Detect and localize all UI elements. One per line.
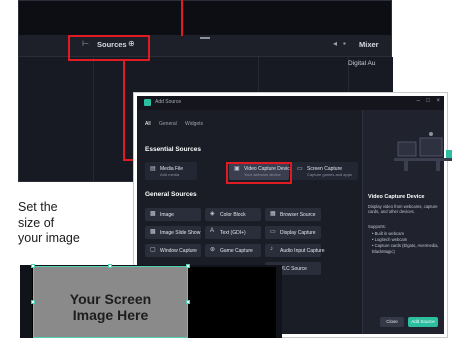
general-sources-heading: General Sources [145,191,197,198]
source-label: Display Capture [280,229,316,236]
slides-icon: ▩ [150,229,156,235]
text-icon: A [210,228,215,234]
source-label: Text (GDI+) [220,229,246,236]
folder-icon[interactable]: ▪ [343,39,346,48]
close-button[interactable]: Close [380,317,404,327]
source-label: Image Slide Show [160,229,201,236]
source-image[interactable]: ▩ Image [145,208,201,221]
instruction-line: your image [18,231,80,246]
tab-all[interactable]: All [145,121,151,127]
source-image-slide-show[interactable]: ▩ Image Slide Show [145,226,201,239]
source-browser[interactable]: ▦ Browser Source [265,208,321,221]
placeholder-line: Image Here [72,307,149,324]
resize-handle[interactable] [108,264,112,268]
file-icon: ▤ [150,166,156,172]
minimize-icon[interactable]: – [417,98,420,104]
placeholder-text: Your Screen Image Here [34,291,187,323]
source-label: Window Capture [160,247,197,254]
tab-widgets[interactable]: Widgets [185,121,203,127]
globe-icon: ▦ [270,211,276,217]
source-detail-panel: Video Capture Device Display video from … [362,110,452,334]
image-placeholder[interactable]: Your Screen Image Here [33,266,188,338]
instruction-text: Set the size of your image [18,200,80,247]
window-icon: ▢ [150,247,156,253]
scenes-column [19,57,94,181]
source-color-block[interactable]: ◈ Color Block [205,208,261,221]
mixer-dock-title: Mixer [359,40,379,49]
preview-strip [19,1,391,35]
source-window-capture[interactable]: ▢ Window Capture [145,244,201,257]
highlight-line-vertical [123,59,125,160]
resize-handle[interactable] [31,264,35,268]
tab-general[interactable]: General [159,121,177,127]
source-game-capture[interactable]: ⊛ Game Capture [205,244,261,257]
source-display-capture[interactable]: ▭ Display Capture [265,226,321,239]
list-item: Capture cards (Elgato, Avermedia, BlackM… [372,243,450,255]
placeholder-line: Your Screen [69,291,152,307]
source-label: VLC Source [280,265,307,272]
speaker-icon[interactable]: ◂ [333,39,337,48]
add-source-button[interactable]: Add Source [408,317,438,327]
instruction-line: size of [18,215,55,230]
video-capture-highlight-box [226,162,292,184]
sources-highlight-box [68,35,150,61]
detail-description: Display video from webcams, capture card… [368,204,438,215]
instruction-line: Set the [18,200,58,214]
source-audio-input[interactable]: ♪ Audio Input Capture [265,244,325,257]
source-label: Image [160,211,174,218]
desk-setup-illustration [394,132,452,171]
source-media-file[interactable]: ▤ Media File Add media [145,162,197,180]
resize-handle[interactable] [186,264,190,268]
source-text[interactable]: A Text (GDI+) [205,226,261,239]
source-label: Color Block [220,211,246,218]
source-label: Browser Source [280,211,316,218]
monitor-icon: ▭ [297,166,303,172]
mic-icon: ♪ [270,246,273,252]
color-icon: ◈ [210,211,215,217]
maximize-icon[interactable]: □ [426,98,430,104]
minimize-icon[interactable] [200,37,210,39]
detail-support-list: Built in webcam Logitech webcam Capture … [372,231,450,255]
detail-title: Video Capture Device [368,194,425,200]
gamepad-icon: ⊛ [210,247,216,253]
detail-supports-heading: Supports: [368,224,386,229]
dialog-titlebar: Add Source – □ × [137,96,444,110]
image-icon: ▩ [150,211,156,217]
source-sub: Capture games and apps [307,172,352,177]
source-label: Game Capture [220,247,253,254]
display-icon: ▭ [270,229,276,235]
resize-handle[interactable] [186,300,190,304]
essential-sources-heading: Essential Sources [145,146,201,153]
source-screen-capture[interactable]: ▭ Screen Capture Capture games and apps [292,162,358,180]
mixer-track-label: Digital Au [348,60,376,67]
highlight-line-top [181,0,183,36]
close-icon[interactable]: × [436,98,440,104]
tutorial-composite: ⊢ Sources ⊕ ◂ ▪ Mixer Digital Au Add Sou… [0,0,452,338]
source-label: Audio Input Capture [280,247,325,254]
source-sub: Add media [160,172,180,177]
resize-handle[interactable] [31,300,35,304]
dialog-title: Add Source [155,99,182,105]
app-logo-icon [144,99,151,106]
